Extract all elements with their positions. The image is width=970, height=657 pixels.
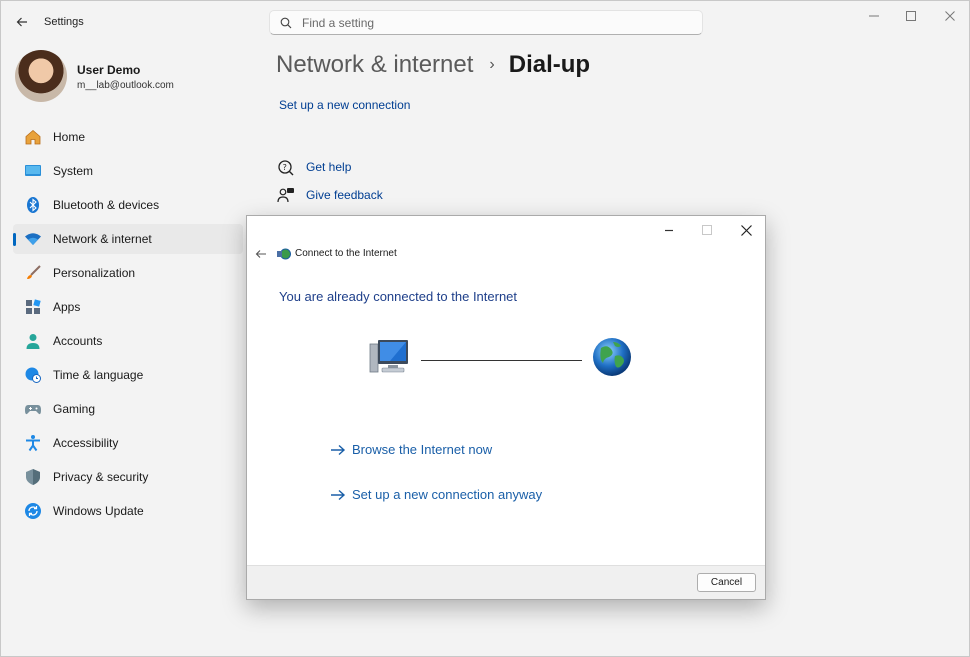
wifi-icon [24,230,42,248]
maximize-icon [906,11,916,21]
sidebar-item-network[interactable]: Network & internet [13,224,243,254]
arrow-right-icon [331,444,346,455]
dialog-heading: You are already connected to the Interne… [279,289,518,304]
back-arrow-icon [255,250,266,258]
dialog-footer: Cancel [247,565,765,599]
monitor-icon [24,162,42,180]
breadcrumb: Network & internet › Dial-up [276,51,590,79]
sidebar-item-system[interactable]: System [13,156,243,186]
person-icon [24,332,42,350]
breadcrumb-separator: › [489,56,495,73]
sidebar-item-accounts[interactable]: Accounts [13,326,243,356]
dialog-maximize-button [693,220,721,240]
close-button[interactable] [935,7,965,25]
connection-line [421,360,582,361]
app-title: Settings [44,16,84,28]
help-icon: ? [278,160,294,176]
connect-dialog: Connect to the Internet You are already … [246,215,766,600]
browse-internet-link[interactable]: Browse the Internet now [330,442,492,457]
sidebar-item-bluetooth[interactable]: Bluetooth & devices [13,190,243,220]
accessibility-icon [24,434,42,452]
update-icon [24,502,42,520]
arrow-right-icon [331,489,346,500]
setup-new-connection-link[interactable]: Set up a new connection [279,98,410,112]
clock-globe-icon [24,366,42,384]
sidebar-item-gaming[interactable]: Gaming [13,394,243,424]
title-bar: Settings Find a setting [1,1,969,45]
user-name: User Demo [77,63,141,77]
back-button[interactable] [11,11,33,33]
close-icon [945,11,955,21]
minimize-icon [665,229,673,232]
computer-icon [369,340,408,373]
give-feedback-link[interactable]: Give feedback [306,188,383,202]
feedback-icon [277,188,294,203]
setup-connection-anyway-link[interactable]: Set up a new connection anyway [330,487,542,502]
globe-icon [593,338,631,376]
get-help-link[interactable]: Get help [306,160,351,174]
page-title: Dial-up [508,51,591,78]
svg-text:?: ? [283,163,287,172]
sidebar-nav: Home System Bluetooth & devices Network … [13,122,243,530]
search-box[interactable]: Find a setting [269,10,703,35]
minimize-button[interactable] [859,7,889,25]
breadcrumb-parent[interactable]: Network & internet [276,51,473,79]
sidebar-item-accessibility[interactable]: Accessibility [13,428,243,458]
dialog-close-button[interactable] [732,220,760,240]
user-email: m__lab@outlook.com [77,80,174,91]
dialog-title: Connect to the Internet [295,248,397,259]
minimize-icon [869,15,879,17]
close-icon [740,224,752,236]
gamepad-icon [24,400,42,418]
cancel-button[interactable]: Cancel [697,573,756,592]
dialog-minimize-button[interactable] [655,220,683,240]
back-arrow-icon [16,17,27,27]
network-globe-icon [277,248,291,260]
home-icon [24,128,42,146]
avatar[interactable] [15,50,67,102]
sidebar-item-apps[interactable]: Apps [13,292,243,322]
sidebar-item-windows-update[interactable]: Windows Update [13,496,243,526]
search-icon [280,17,292,28]
brush-icon [24,264,42,282]
apps-icon [24,298,42,316]
search-input[interactable]: Find a setting [302,16,374,30]
maximize-icon [702,225,712,235]
shield-icon [24,468,42,486]
sidebar-item-personalization[interactable]: Personalization [13,258,243,288]
dialog-back-button[interactable] [252,247,270,261]
bluetooth-icon [24,196,42,214]
maximize-button[interactable] [896,7,926,25]
sidebar-item-privacy-security[interactable]: Privacy & security [13,462,243,492]
sidebar-item-time-language[interactable]: Time & language [13,360,243,390]
sidebar-item-home[interactable]: Home [13,122,243,152]
